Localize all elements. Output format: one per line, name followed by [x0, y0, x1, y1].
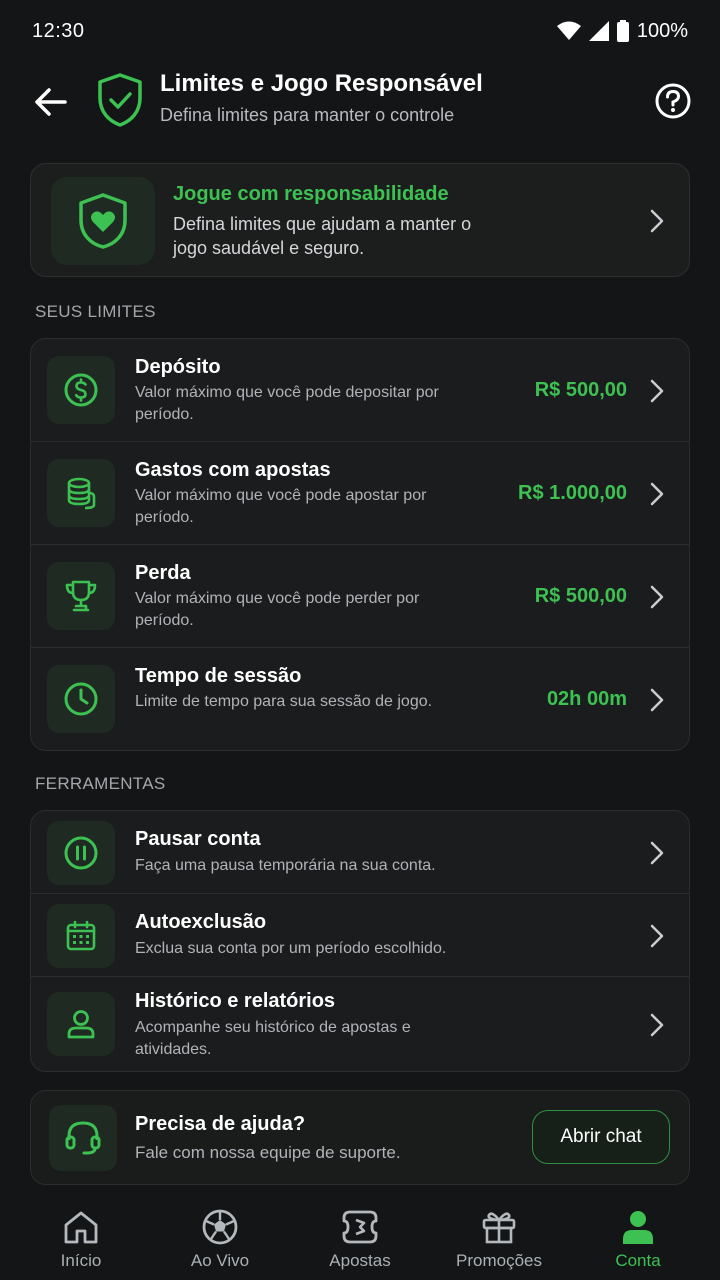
chevron-right-icon	[650, 585, 664, 609]
shield-heart-icon	[79, 193, 127, 249]
nav-label: Conta	[615, 1251, 661, 1270]
limit-row-loss[interactable]: Perda Valor máximo que você pode perder …	[31, 545, 689, 648]
nav-label: Início	[60, 1251, 102, 1270]
status-icons: 100%	[556, 19, 688, 43]
gift-icon	[479, 1207, 519, 1247]
chevron-right-icon	[650, 482, 664, 506]
nav-item-bets[interactable]: Apostas	[290, 1197, 430, 1280]
tool-row-pause-account[interactable]: Pausar conta Faça uma pausa temporária n…	[31, 811, 689, 894]
limit-row-session-time[interactable]: Tempo de sessão Limite de tempo para sua…	[31, 648, 689, 751]
row-description: Faça uma pausa temporária na sua conta.	[135, 857, 436, 874]
nav-label: Promoções	[456, 1251, 542, 1270]
nav-item-home[interactable]: Início	[11, 1197, 151, 1280]
row-icon-box	[47, 665, 115, 733]
nav-item-account[interactable]: Conta	[568, 1197, 708, 1280]
calendar-icon	[66, 920, 96, 951]
banner-title: Jogue com responsabilidade	[173, 183, 449, 205]
row-title: Histórico e relatórios	[135, 990, 336, 1012]
row-title: Depósito	[135, 356, 221, 378]
limit-row-bets[interactable]: Gastos com apostas Valor máximo que você…	[31, 442, 689, 545]
row-title: Perda	[135, 562, 191, 584]
help-icon[interactable]	[654, 82, 692, 120]
shield-check-icon	[98, 73, 142, 127]
wifi-icon	[556, 21, 581, 40]
status-bar: 12:30 100%	[0, 0, 720, 62]
row-icon-box	[47, 459, 115, 527]
row-description: Limite de tempo para sua sessão de jogo.	[135, 693, 433, 710]
nav-label: Apostas	[329, 1251, 391, 1270]
page-subtitle: Defina limites para manter o controle	[160, 105, 455, 125]
row-icon-box	[47, 562, 115, 630]
support-card: Precisa de ajuda? Fale com nossa equipe …	[30, 1090, 690, 1185]
home-icon	[61, 1207, 101, 1247]
row-description: Valor máximo que você pode perder por pe…	[135, 590, 420, 629]
chevron-right-icon	[650, 1013, 664, 1037]
chevron-right-icon	[650, 841, 664, 865]
row-description: Valor máximo que você pode apostar por p…	[135, 487, 427, 526]
tool-row-history-reports[interactable]: Histórico e relatórios Acompanhe seu his…	[31, 977, 689, 1072]
row-icon-box	[47, 904, 115, 968]
page-title: Limites e Jogo Responsável	[160, 70, 483, 97]
account-icon	[618, 1207, 658, 1247]
header: Limites e Jogo Responsável Defina limite…	[0, 62, 720, 142]
support-icon-box	[49, 1105, 117, 1171]
row-description: Acompanhe seu histórico de apostas e ati…	[135, 1019, 411, 1058]
chevron-right-icon	[650, 688, 664, 712]
nav-item-promotions[interactable]: Promoções	[429, 1197, 569, 1280]
row-title: Gastos com apostas	[135, 459, 331, 481]
chevron-right-icon	[650, 924, 664, 948]
row-value: R$ 500,00	[534, 585, 627, 607]
banner-icon-box	[51, 177, 155, 265]
status-time: 12:30	[32, 19, 85, 42]
headset-icon	[65, 1121, 101, 1155]
row-title: Tempo de sessão	[135, 665, 302, 687]
row-title: Autoexclusão	[135, 911, 267, 933]
back-button[interactable]	[30, 84, 70, 120]
battery-icon	[616, 20, 629, 42]
limits-card: Depósito Valor máximo que você pode depo…	[30, 338, 690, 751]
row-description: Valor máximo que você pode depositar por…	[135, 384, 439, 423]
battery-level: 100%	[636, 19, 688, 42]
signal-icon	[588, 21, 609, 41]
banner-text: Defina limites que ajudam a manter o jog…	[173, 214, 472, 258]
row-description: Exclua sua conta por um período escolhid…	[135, 940, 447, 957]
nav-item-live[interactable]: Ao Vivo	[150, 1197, 290, 1280]
user-icon	[67, 1010, 95, 1039]
coins-icon	[67, 477, 96, 510]
clock-icon	[64, 682, 98, 716]
support-title: Precisa de ajuda?	[135, 1113, 306, 1135]
limit-row-deposit[interactable]: Depósito Valor máximo que você pode depo…	[31, 339, 689, 442]
tools-section-label: FERRAMENTAS	[35, 774, 166, 793]
soccer-ball-icon	[200, 1207, 240, 1247]
arrow-left-icon	[35, 88, 67, 116]
pause-icon	[64, 836, 98, 870]
tool-row-self-exclusion[interactable]: Autoexclusão Exclua sua conta por um per…	[31, 894, 689, 977]
open-chat-button[interactable]: Abrir chat	[532, 1110, 670, 1164]
dollar-icon	[64, 373, 98, 407]
row-icon-box	[47, 821, 115, 885]
bottom-navigation: Início Ao Vivo Apostas Promoções Conta	[0, 1197, 720, 1280]
support-description: Fale com nossa equipe de suporte.	[135, 1143, 401, 1162]
tools-card: Pausar conta Faça uma pausa temporária n…	[30, 810, 690, 1072]
trophy-icon	[65, 580, 97, 612]
chevron-right-icon	[650, 209, 664, 233]
ticket-icon	[340, 1207, 380, 1247]
row-value: R$ 500,00	[534, 379, 627, 401]
responsible-gaming-banner[interactable]: Jogue com responsabilidade Defina limite…	[30, 163, 690, 277]
row-icon-box	[47, 356, 115, 424]
row-icon-box	[47, 992, 115, 1056]
row-value: 02h 00m	[546, 688, 627, 710]
row-title: Pausar conta	[135, 828, 261, 850]
row-value: R$ 1.000,00	[518, 482, 627, 504]
nav-label: Ao Vivo	[190, 1251, 250, 1270]
chevron-right-icon	[650, 379, 664, 403]
limits-section-label: SEUS LIMITES	[35, 302, 156, 321]
